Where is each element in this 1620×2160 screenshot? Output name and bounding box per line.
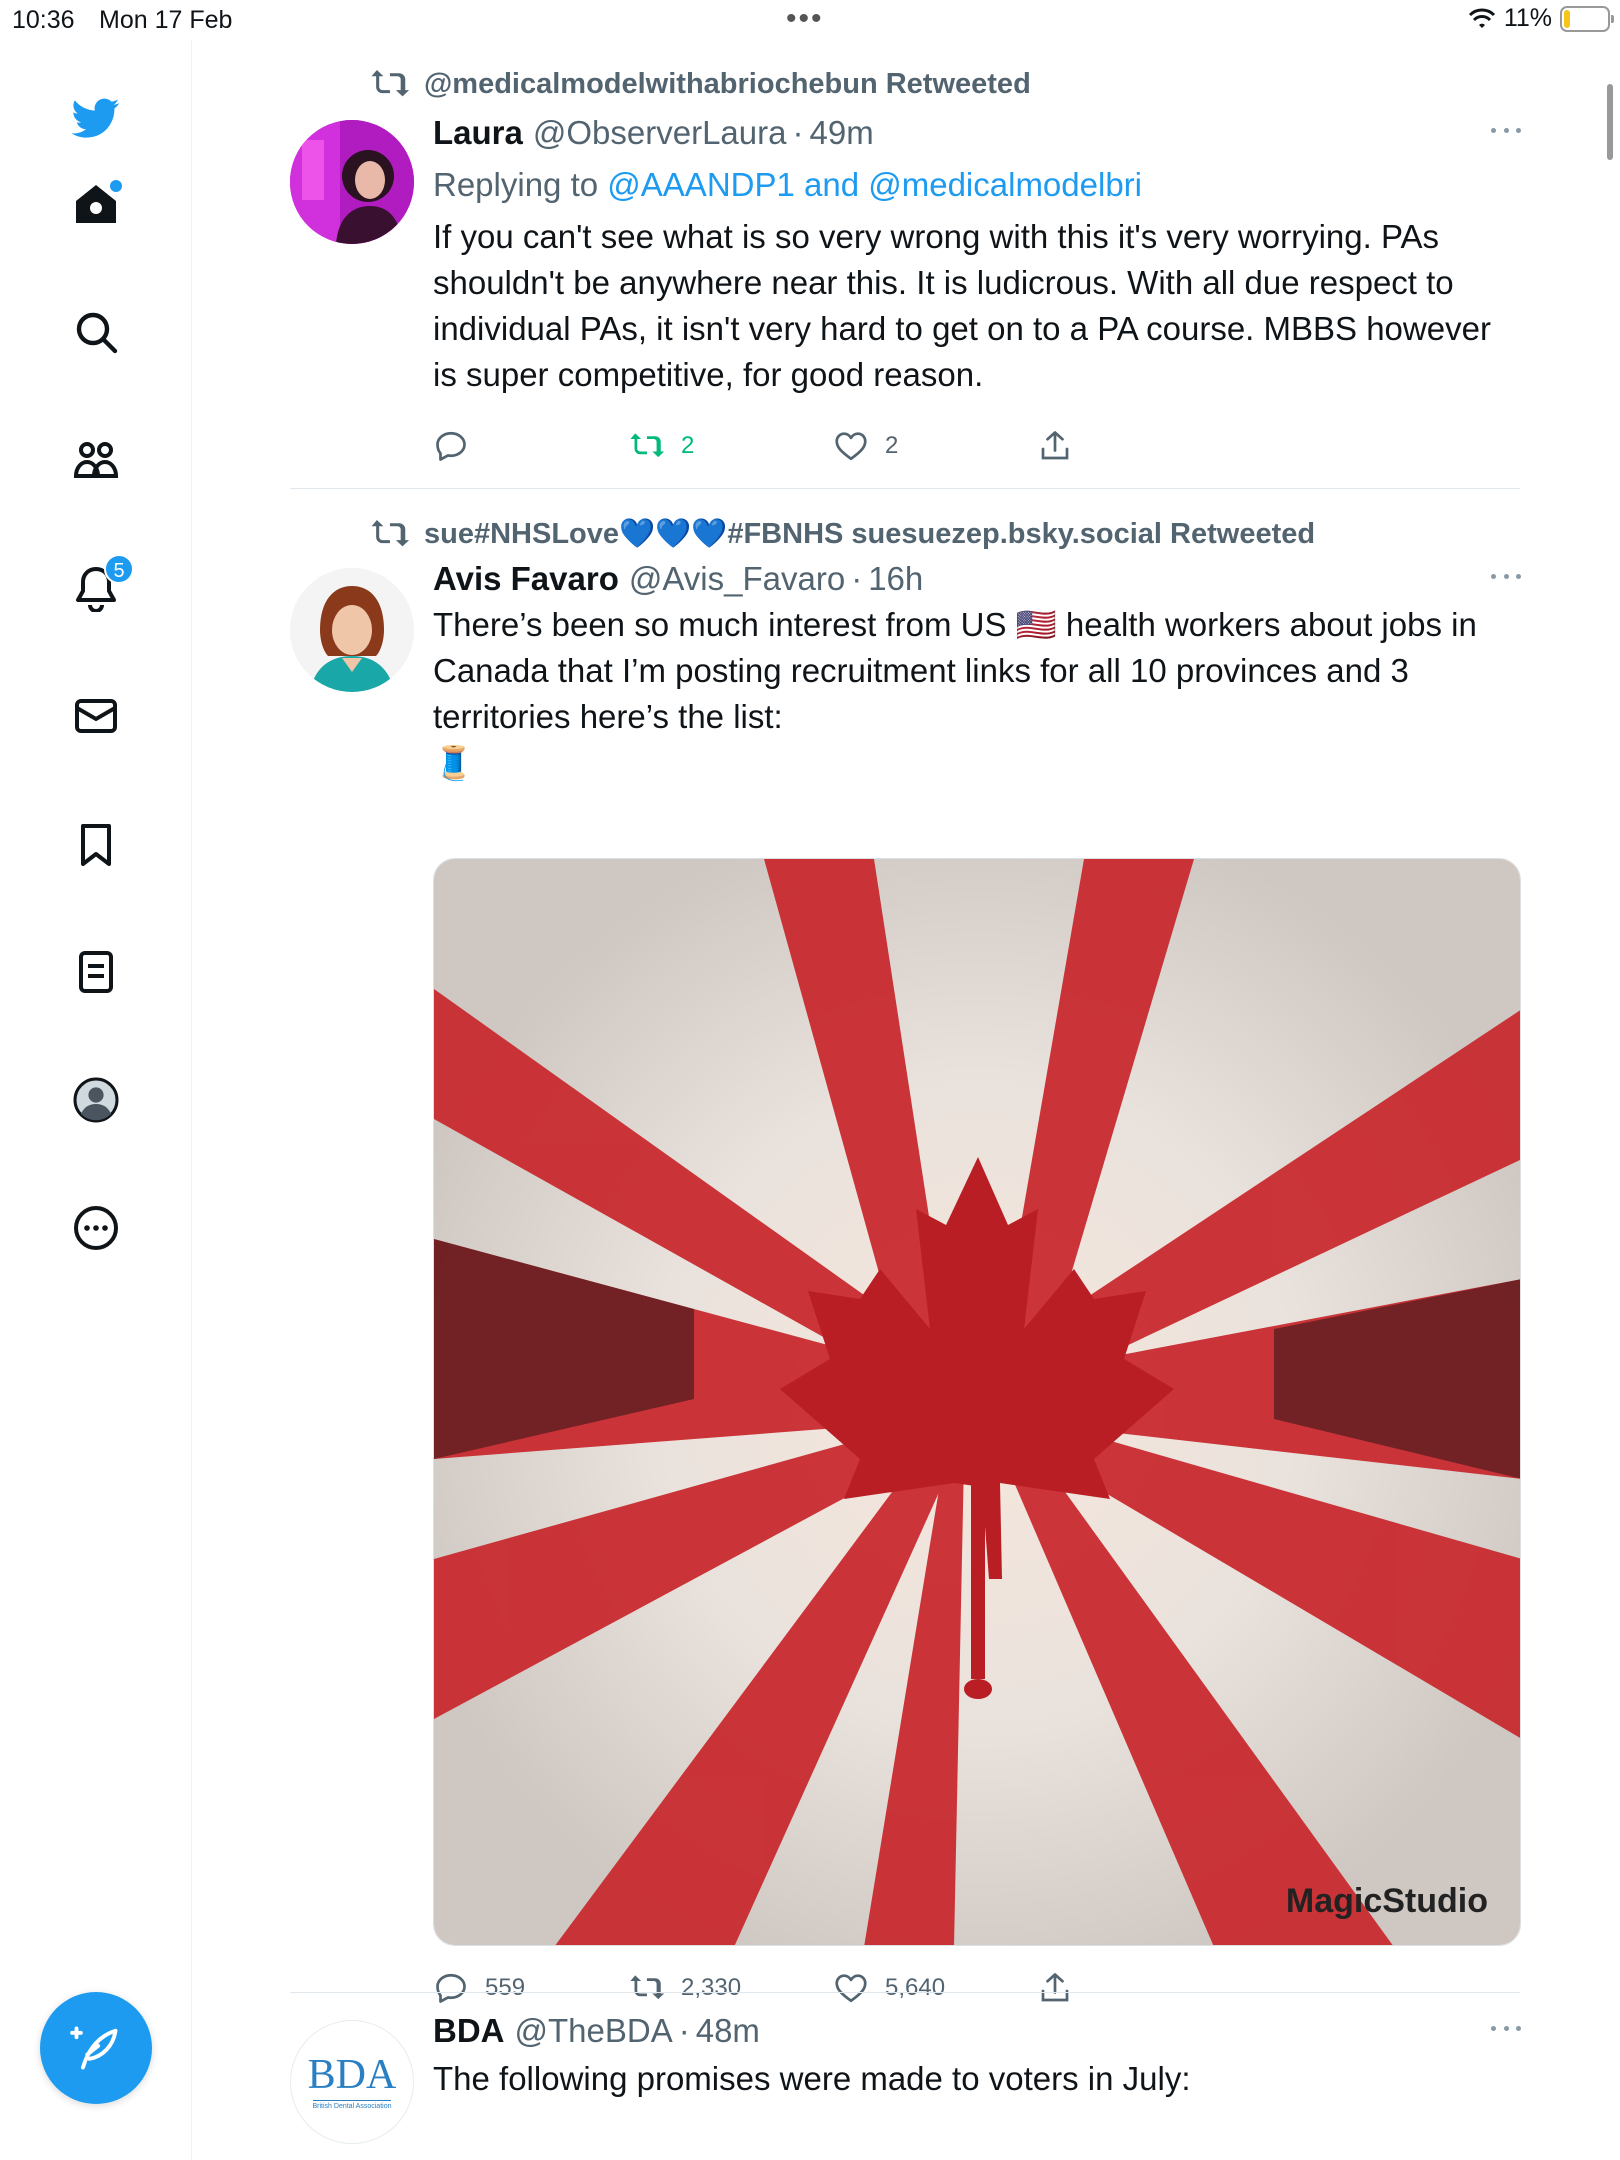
separator-dot: ·: [851, 560, 863, 597]
reply-count: 559: [485, 1974, 526, 2001]
tweet-time[interactable]: 49m: [809, 114, 873, 152]
notifications-icon[interactable]: 5: [66, 554, 134, 618]
retweeted-by-text: sue#NHSLove💙💙💙#FBNHS suesuezep.bsky.soci…: [424, 518, 1316, 550]
tweet-media-image[interactable]: MagicStudio: [433, 858, 1521, 1946]
replying-to-label: Replying to: [433, 166, 599, 203]
author-name[interactable]: Laura: [433, 114, 523, 152]
tweet-text: If you can't see what is so very wrong w…: [433, 218, 1491, 393]
bookmarks-icon[interactable]: [66, 814, 126, 874]
tweet-text: The following promises were made to vote…: [433, 2060, 1191, 2097]
tweet-time[interactable]: 48m: [696, 2012, 760, 2050]
retweet-button[interactable]: 2: [629, 428, 694, 464]
status-bar: 10:36 Mon 17 Feb ••• 11%: [0, 0, 1620, 40]
tweet-actions: 2 2: [433, 428, 1521, 468]
lists-icon[interactable]: [66, 942, 126, 1002]
twitter-bird-icon[interactable]: [66, 88, 126, 148]
share-icon: [1041, 431, 1069, 460]
tweet-divider: [290, 488, 1520, 489]
reply-button[interactable]: 559: [433, 1970, 525, 2006]
tweet-text: There’s been so much interest from US 🇺🇸…: [433, 606, 1477, 735]
replying-to: Replying to @AAANDP1 and @medicalmodelbr…: [433, 166, 1521, 204]
retweet-count: 2,330: [681, 1974, 742, 2001]
tweet-time[interactable]: 16h: [868, 560, 923, 598]
retweet-icon: [371, 519, 410, 547]
share-icon: [1041, 1973, 1069, 2002]
author-name[interactable]: BDA: [433, 2012, 505, 2050]
tweet-body: BDA @TheBDA · 48m The following promises…: [433, 2012, 1521, 2102]
avatar[interactable]: BDA British Dental Association: [290, 2020, 414, 2144]
messages-icon[interactable]: [66, 686, 126, 746]
tweet[interactable]: @medicalmodelwithabriochebun Retweeted L…: [290, 62, 1521, 482]
home-icon[interactable]: [66, 174, 126, 234]
scrollbar[interactable]: [1607, 84, 1613, 160]
notification-count-badge: 5: [104, 554, 134, 584]
reply-button[interactable]: [433, 428, 485, 464]
communities-icon[interactable]: [66, 430, 126, 490]
heart-icon: [835, 1974, 867, 2003]
more-icon[interactable]: [66, 1198, 126, 1258]
more-options-icon[interactable]: [1491, 2026, 1521, 2036]
separator-dot: ·: [678, 2012, 690, 2049]
author-name[interactable]: Avis Favaro: [433, 560, 619, 598]
like-button[interactable]: 2: [833, 428, 898, 464]
status-date: Mon 17 Feb: [99, 6, 233, 34]
reply-icon: [436, 431, 466, 461]
multitasking-dots-icon[interactable]: •••: [786, 2, 824, 36]
avatar-photo: [290, 568, 414, 692]
profile-icon[interactable]: [66, 1070, 126, 1130]
tweet-header: Avis Favaro @Avis_Favaro · 16h: [433, 560, 1521, 598]
retweet-count: 2: [681, 432, 695, 459]
share-button[interactable]: [1037, 428, 1073, 464]
battery-icon: [1560, 5, 1614, 32]
avatar-photo: [290, 120, 414, 244]
compose-tweet-icon: [70, 2026, 118, 2070]
more-options-icon[interactable]: [1491, 574, 1521, 584]
tweet[interactable]: BDA British Dental Association BDA @TheB…: [290, 2012, 1521, 2160]
canada-flag-artwork: [434, 859, 1520, 1945]
wifi-icon: [1468, 8, 1495, 28]
retweet-icon: [630, 433, 665, 458]
replying-to-users[interactable]: @AAANDP1 and @medicalmodelbri: [607, 166, 1142, 203]
author-handle[interactable]: @ObserverLaura: [533, 114, 787, 152]
like-button[interactable]: 5,640: [833, 1970, 945, 2006]
separator-dot: ·: [792, 114, 804, 151]
media-watermark: MagicStudio: [1285, 1882, 1488, 1920]
tweet-body: Avis Favaro @Avis_Favaro · 16h There’s b…: [433, 560, 1521, 786]
tweet[interactable]: sue#NHSLove💙💙💙#FBNHS suesuezep.bsky.soci…: [290, 516, 1521, 2016]
compose-tweet-button[interactable]: [40, 1992, 152, 2104]
like-count: 5,640: [885, 1974, 946, 2001]
author-handle[interactable]: @Avis_Favaro: [629, 560, 845, 598]
tweet-actions: 559 2,330 5,640: [433, 1970, 1521, 2010]
retweet-button[interactable]: 2,330: [629, 1970, 741, 2006]
avatar[interactable]: [290, 568, 414, 692]
reply-icon: [436, 1973, 466, 2003]
tweet-header: BDA @TheBDA · 48m: [433, 2012, 1521, 2050]
author-handle[interactable]: @TheBDA: [515, 2012, 673, 2050]
battery-percent: 11%: [1503, 4, 1552, 32]
retweeted-by-text: @medicalmodelwithabriochebun Retweeted: [424, 67, 1031, 100]
retweet-icon: [371, 69, 410, 97]
home-unread-dot: [110, 180, 122, 192]
tweet-divider: [290, 1992, 1520, 1993]
bda-logo-subtext: British Dental Association: [312, 2100, 392, 2110]
tweet-body: Laura @ObserverLaura · 49m Replying to @…: [433, 114, 1521, 398]
share-button[interactable]: [1037, 1970, 1073, 2006]
retweeted-by-line: @medicalmodelwithabriochebun Retweeted: [370, 66, 1031, 102]
status-time: 10:36: [12, 6, 75, 34]
sidebar-nav: 5: [0, 40, 192, 2160]
tweet-header: Laura @ObserverLaura · 49m: [433, 114, 1521, 152]
bda-logo-text: BDA: [307, 2052, 397, 2098]
timeline: @medicalmodelwithabriochebun Retweeted L…: [193, 40, 1593, 2160]
heart-icon: [835, 432, 867, 461]
retweet-icon: [630, 1975, 665, 2000]
retweeted-by-line: sue#NHSLove💙💙💙#FBNHS suesuezep.bsky.soci…: [370, 516, 1315, 552]
search-icon[interactable]: [66, 302, 126, 362]
more-options-icon[interactable]: [1491, 128, 1521, 138]
like-count: 2: [885, 432, 899, 459]
thread-emoji: 🧵: [433, 744, 475, 781]
avatar[interactable]: [290, 120, 414, 244]
